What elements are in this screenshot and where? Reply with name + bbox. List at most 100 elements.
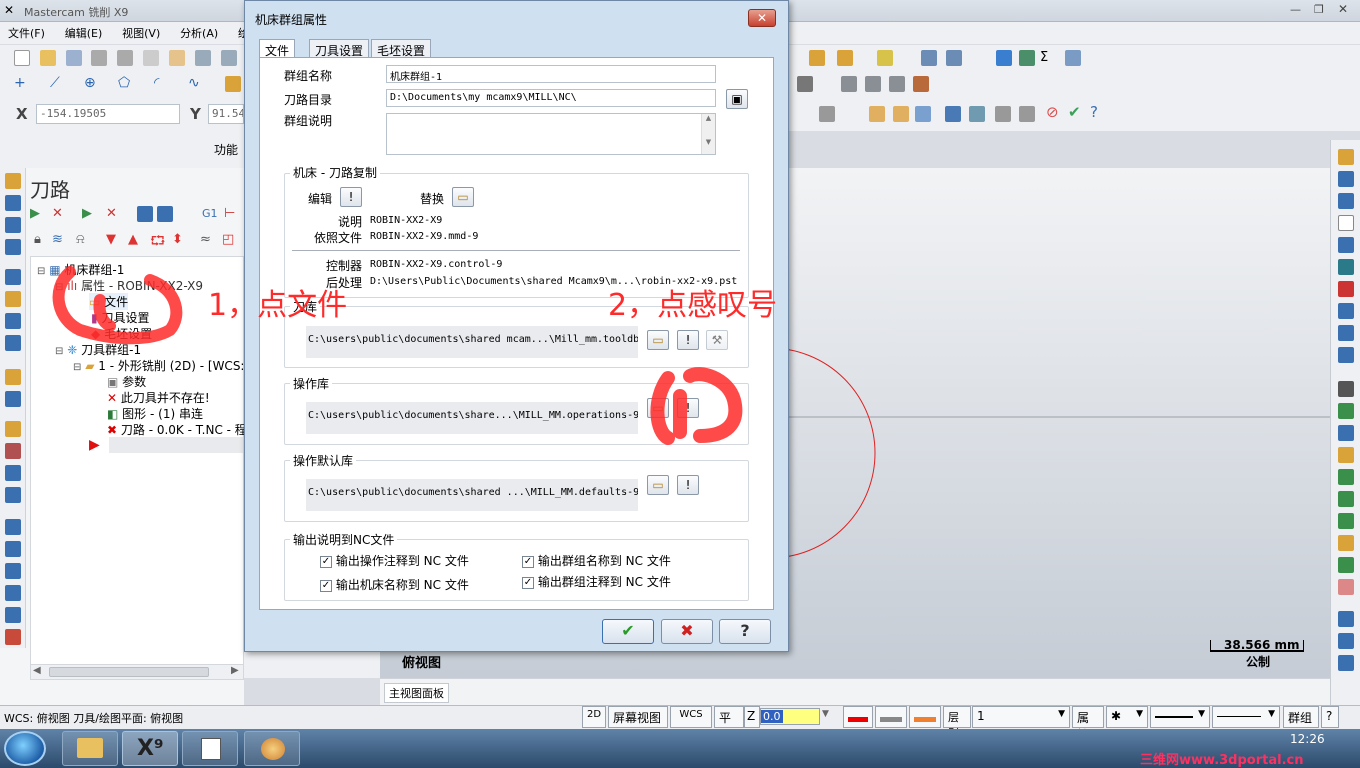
group-desc-textarea[interactable]: ▲ ▼ — [386, 113, 716, 155]
grid-icon[interactable] — [1065, 50, 1081, 66]
screen-view-button[interactable]: 屏幕视图 — [608, 706, 668, 728]
strip-icon-13[interactable] — [5, 465, 21, 481]
chk-op-comments[interactable]: ✓ 输出操作注释到 NC 文件 — [320, 552, 469, 569]
strip-icon-14[interactable] — [5, 487, 21, 503]
wave-icon[interactable]: ≋ — [52, 232, 63, 247]
tree-tool-group[interactable]: ⊟ ❈ 刀具群组-1 — [55, 341, 141, 358]
chk-group-name[interactable]: ✓ 输出群组名称到 NC 文件 — [522, 552, 671, 569]
chk-machine-name[interactable]: ✓ 输出机床名称到 NC 文件 — [320, 576, 469, 593]
strip-icon-11[interactable] — [5, 421, 21, 437]
regen-icon[interactable]: ▶ — [82, 206, 92, 221]
right-icon-6[interactable] — [1338, 259, 1354, 275]
y-coordinate-input[interactable]: 91.54 — [208, 104, 244, 124]
ok-button[interactable]: ✔ — [602, 619, 654, 644]
cancel-button[interactable]: ✖ — [661, 619, 713, 644]
right-icon-18[interactable] — [1338, 535, 1354, 551]
op-default-edit-button[interactable]: ! — [677, 475, 699, 495]
strip-icon-10[interactable] — [5, 391, 21, 407]
toolpath-dir-input[interactable]: D:\Documents\my mcamx9\MILL\NC\ — [386, 89, 716, 107]
strip-icon-12[interactable] — [5, 443, 21, 459]
up-arrow-icon[interactable]: ▲ — [128, 232, 138, 247]
layer-select[interactable]: 1 ▼ — [972, 706, 1070, 728]
preview-icon[interactable] — [117, 50, 134, 66]
fill-color-button[interactable] — [875, 706, 907, 728]
pencil2-icon[interactable] — [837, 50, 853, 66]
color-button[interactable] — [843, 706, 873, 728]
strip-icon-2[interactable] — [5, 195, 21, 211]
desc-scrollbar[interactable]: ▲ ▼ — [701, 114, 715, 154]
strip-icon-19[interactable] — [5, 607, 21, 623]
lock-icon[interactable]: 🔒︎ — [34, 232, 41, 247]
cube1-icon[interactable] — [869, 106, 885, 122]
chk-group-comment[interactable]: ✓ 输出群组注释到 NC 文件 — [522, 573, 671, 590]
solid-icon[interactable] — [225, 76, 241, 92]
cube5-icon[interactable] — [969, 106, 985, 122]
regen-dirty-icon[interactable]: ✕ — [106, 206, 117, 221]
start-button[interactable] — [4, 731, 46, 766]
right-icon-19[interactable] — [1338, 557, 1354, 573]
tool-lib-edit-button[interactable]: ! — [677, 330, 699, 350]
redo-icon[interactable] — [220, 50, 237, 66]
new-file-icon[interactable] — [14, 50, 30, 66]
gear2-icon[interactable] — [995, 106, 1011, 122]
right-icon-8[interactable] — [1338, 303, 1354, 319]
menu-edit[interactable]: 编辑(E) — [57, 22, 111, 44]
post-icon[interactable]: ⊢ — [224, 206, 235, 221]
right-icon-22[interactable] — [1338, 633, 1354, 649]
menu-file[interactable]: 文件(F) — [0, 22, 53, 44]
open-file-icon[interactable] — [39, 50, 56, 66]
clock[interactable]: 12:26 — [1290, 732, 1325, 746]
tool-lib-browse-button[interactable]: ▭ — [647, 330, 669, 350]
analyze-icon[interactable] — [921, 50, 937, 66]
cube4-icon[interactable] — [945, 106, 961, 122]
right-icon-2[interactable] — [1338, 171, 1354, 187]
paste-icon[interactable] — [168, 50, 185, 66]
replace-machine-button[interactable]: ▭ — [452, 187, 474, 207]
right-icon-9[interactable] — [1338, 325, 1354, 341]
ghost-icon[interactable]: ⍾ — [76, 232, 85, 247]
chk-op-comments-box[interactable]: ✓ — [320, 555, 332, 568]
x-coordinate-input[interactable]: -154.19505 — [36, 104, 180, 124]
right-icon-1[interactable] — [1338, 149, 1354, 165]
deselect-icon[interactable]: ✕ — [52, 206, 63, 221]
tool-lib-tools-button[interactable]: ⚒ — [706, 330, 728, 350]
trim-icon[interactable] — [841, 76, 857, 92]
copy-icon[interactable] — [143, 50, 160, 66]
group-button[interactable]: 群组 — [1283, 706, 1319, 728]
menu-view[interactable]: 视图(V) — [114, 22, 168, 44]
query-icon[interactable] — [946, 50, 962, 66]
taskbar-editor[interactable] — [182, 731, 238, 766]
right-icon-7[interactable] — [1338, 281, 1354, 297]
right-icon-12[interactable] — [1338, 403, 1354, 419]
op-lib-edit-button[interactable]: ! — [677, 398, 699, 418]
chk-group-comment-box[interactable]: ✓ — [522, 576, 534, 589]
hatch-icon[interactable] — [797, 76, 813, 92]
g1-icon[interactable]: G1 — [202, 207, 218, 220]
strip-icon-1[interactable] — [5, 173, 21, 189]
right-icon-10[interactable] — [1338, 347, 1354, 363]
tree-machine-group[interactable]: ⊟ ▦ 机床群组-1 — [37, 261, 124, 278]
strip-icon-17[interactable] — [5, 563, 21, 579]
panel-hscrollbar[interactable]: ◀ ▶ — [30, 664, 244, 680]
op-lib-browse-button[interactable]: ▭ — [647, 398, 669, 418]
no-icon[interactable]: ⊘ — [1046, 103, 1059, 121]
right-icon-11[interactable] — [1338, 381, 1354, 397]
z-dropdown-icon[interactable]: ▼ — [822, 709, 829, 719]
cube3-icon[interactable] — [915, 106, 931, 122]
strip-icon-15[interactable] — [5, 519, 21, 535]
strip-icon-5[interactable] — [5, 269, 21, 285]
tree-properties[interactable]: ⊟ ılı 属性 - ROBIN-XX2-X9 — [55, 277, 203, 294]
sigma-icon[interactable]: Σ — [1040, 50, 1048, 65]
save-icon[interactable] — [65, 50, 82, 66]
mode-2d-button[interactable]: 2D — [582, 706, 606, 728]
verify-icon[interactable] — [1019, 106, 1035, 122]
right-icon-3[interactable] — [1338, 193, 1354, 209]
strip-icon-9[interactable] — [5, 369, 21, 385]
right-icon-17[interactable] — [1338, 513, 1354, 529]
scroll-left-icon[interactable]: ◀ — [33, 665, 41, 676]
right-icon-20[interactable] — [1338, 579, 1354, 595]
trim2-icon[interactable] — [865, 76, 881, 92]
plane-button[interactable]: 平面 — [714, 706, 744, 742]
tree-parameters[interactable]: ▣ 参数 — [107, 373, 146, 390]
tree-files[interactable]: ▭ 文件 — [89, 293, 129, 310]
